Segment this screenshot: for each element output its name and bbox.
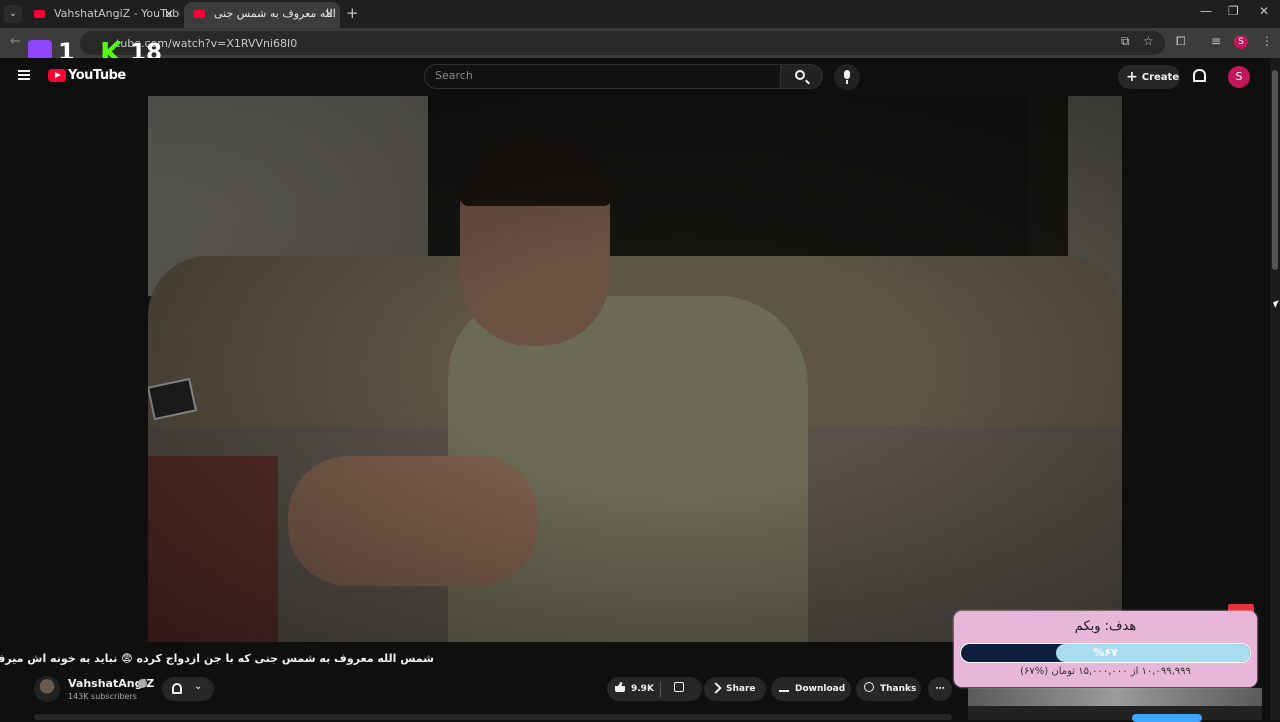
description-box-edge — [34, 714, 952, 720]
thanks-label: Thanks — [880, 684, 917, 694]
chevron-down-icon: ⌄ — [194, 681, 203, 692]
download-icon — [779, 682, 789, 692]
more-actions-button[interactable]: ⋯ — [928, 677, 952, 701]
plus-icon: + — [1126, 69, 1138, 85]
recommended-video-preview[interactable] — [968, 688, 1262, 722]
search-placeholder: Search — [435, 69, 473, 82]
thanks-button[interactable]: Thanks — [856, 677, 921, 701]
recommended-subscribe-button[interactable] — [1132, 714, 1202, 722]
thanks-icon — [864, 682, 874, 692]
share-arrow-icon — [710, 682, 722, 694]
donation-progress-bar: %۶۷ — [960, 643, 1251, 663]
bookmark-star-icon[interactable]: ☆ — [1143, 34, 1154, 48]
thumbs-up-icon — [615, 682, 625, 692]
youtube-favicon-icon — [194, 10, 205, 18]
create-label: Create — [1141, 72, 1180, 83]
youtube-favicon-icon — [34, 10, 45, 18]
download-label: Download — [795, 684, 846, 694]
browser-tab-vahshatangiz[interactable]: VahshatAngiZ - YouTube ✕ — [24, 2, 180, 28]
browser-tab-bar: ⌄ VahshatAngiZ - YouTube ✕ شمس الله معرو… — [0, 0, 1280, 28]
tab-title: شمس الله معروف به شمس جنی — [214, 7, 340, 20]
tab-search-button[interactable]: ⌄ — [4, 5, 22, 23]
video-scene-vignette — [148, 96, 1122, 642]
extensions-icon[interactable]: ⧠ — [1176, 34, 1186, 49]
create-button[interactable]: + Create — [1118, 65, 1180, 89]
bell-icon — [172, 683, 182, 694]
browser-tab-active-video[interactable]: شمس الله معروف به شمس جنی ✕ — [184, 2, 340, 28]
browser-menu-icon[interactable]: ⋮ — [1261, 34, 1273, 48]
tab-title: VahshatAngiZ - YouTube — [54, 7, 180, 20]
notifications-bell-icon[interactable] — [1193, 69, 1206, 82]
verified-badge-icon — [138, 679, 147, 688]
youtube-logo-text[interactable]: YouTube — [68, 68, 126, 83]
donation-amount-text: ۱۰,۰۹۹,۹۹۹ از ۱۵,۰۰۰,۰۰۰ تومان (%۶۷) — [1020, 666, 1191, 677]
back-arrow-icon[interactable]: ← — [10, 34, 21, 49]
tab-close-icon[interactable]: ✕ — [164, 2, 174, 26]
menu-icon[interactable] — [18, 70, 30, 80]
account-avatar[interactable]: S — [1228, 66, 1250, 88]
scrollbar-thumb[interactable] — [1272, 70, 1278, 270]
search-icon — [795, 70, 805, 80]
restore-button[interactable]: ❐ — [1228, 4, 1239, 18]
new-tab-button[interactable]: + — [346, 4, 359, 22]
minimize-button[interactable]: — — [1200, 4, 1212, 18]
subscription-bell-button[interactable]: ⌄ — [162, 677, 214, 701]
donation-goal-widget: هدف: وبکم %۶۷ ۱۰,۰۹۹,۹۹۹ از ۱۵,۰۰۰,۰۰۰ ت… — [954, 611, 1257, 687]
download-button[interactable]: Download — [771, 677, 851, 701]
media-controls-icon[interactable]: ≡ — [1211, 34, 1221, 48]
share-button[interactable]: Share — [704, 677, 766, 701]
donation-percent: %۶۷ — [1093, 646, 1118, 659]
like-divider — [660, 681, 661, 697]
share-label: Share — [726, 684, 756, 694]
close-window-button[interactable]: ✕ — [1259, 4, 1269, 18]
subscriber-count: 143K subscribers — [68, 692, 137, 701]
donation-goal-title: هدف: وبکم — [1074, 619, 1137, 634]
video-player[interactable] — [148, 96, 1122, 642]
tab-close-icon[interactable]: ✕ — [324, 2, 334, 26]
search-input[interactable]: Search — [424, 64, 781, 89]
browser-profile-avatar[interactable]: S — [1234, 35, 1248, 49]
install-app-icon[interactable]: ⧉ — [1121, 34, 1130, 49]
video-title: شمس الله معروف به شمس جنی که با جن ازدوا… — [0, 652, 434, 665]
youtube-logo-icon[interactable] — [48, 69, 66, 82]
channel-avatar[interactable] — [34, 676, 60, 702]
thumbs-down-icon — [674, 682, 684, 692]
search-button[interactable] — [781, 64, 823, 89]
dislike-button[interactable] — [662, 677, 702, 701]
recommended-thumbnail — [968, 688, 1262, 706]
voice-search-mic-icon[interactable] — [834, 64, 860, 90]
like-count: 9.9K — [631, 684, 654, 694]
